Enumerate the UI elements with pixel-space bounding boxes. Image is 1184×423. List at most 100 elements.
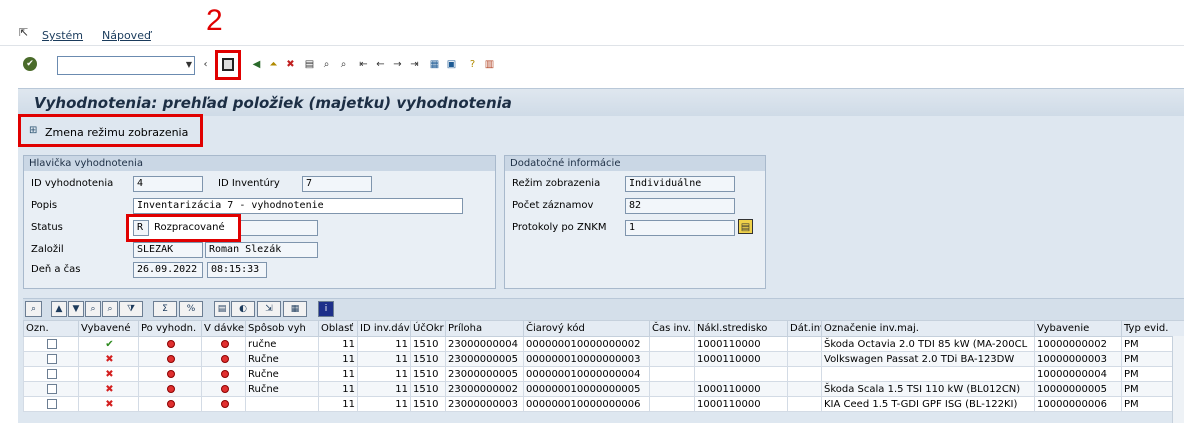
customize-icon[interactable]: ▥	[482, 57, 497, 72]
help-icon[interactable]: ?	[465, 57, 480, 72]
column-header[interactable]: Dát.inv	[787, 320, 822, 337]
find-next-icon[interactable]: ⌕	[336, 57, 351, 72]
display-mode-field: Individuálne	[625, 176, 735, 192]
subtotal-icon[interactable]: %	[179, 301, 203, 317]
table-cell	[201, 351, 246, 367]
protocols-icon[interactable]: ▤	[738, 219, 753, 234]
cross-icon: ✖	[105, 398, 114, 410]
display-mode-label: Režim zobrazenia	[512, 178, 601, 189]
table-cell	[138, 366, 202, 382]
print-icon[interactable]: ▤	[214, 301, 230, 317]
table-cell	[787, 366, 822, 382]
column-header[interactable]: Typ evid.	[1121, 320, 1184, 337]
layout-icon[interactable]: ▦	[283, 301, 307, 317]
table-cell: 000000010000000004	[523, 366, 650, 382]
column-header[interactable]: Nákl.stredisko	[694, 320, 788, 337]
save-icon	[222, 58, 234, 71]
header-group-title: Hlavička vyhodnotenia	[24, 156, 495, 171]
find-icon[interactable]: ⌕	[85, 301, 101, 317]
sort-asc-icon[interactable]: ▲	[51, 301, 67, 317]
column-header[interactable]: V dávke	[201, 320, 246, 337]
exit-icon[interactable]: ⏶	[266, 57, 281, 72]
table-row[interactable]: ✖ Ručne 11 11 1510 23000000002 000000010000000…	[23, 381, 1184, 397]
row-checkbox[interactable]	[47, 368, 57, 379]
save-button[interactable]	[215, 50, 241, 80]
print-icon[interactable]: ▤	[302, 57, 317, 72]
table-row[interactable]: ✖ 11 11 1510 23000000003 000000010000000006 10…	[23, 396, 1184, 412]
table-cell[interactable]	[23, 381, 79, 397]
table-cell: Volkswagen Passat 2.0 TDi BA-123DW	[821, 351, 1035, 367]
status-text: Rozpracované	[154, 222, 225, 233]
find-next-icon[interactable]: ⌕	[102, 301, 118, 317]
create-session-icon[interactable]: ▦	[427, 57, 442, 72]
table-cell	[138, 381, 202, 397]
protocols-label: Protokoly po ZNKM	[512, 222, 607, 233]
description-field[interactable]: Inventarizácia 7 - vyhodnotenie	[133, 198, 463, 214]
red-status-icon	[220, 399, 229, 408]
column-header[interactable]: Oblasť	[318, 320, 358, 337]
cancel-icon[interactable]: ✖	[283, 57, 298, 72]
row-checkbox[interactable]	[47, 398, 57, 409]
change-mode-icon: ⊞	[29, 125, 38, 136]
shortcut-icon[interactable]: ▣	[444, 57, 459, 72]
annotation-2: 2	[206, 4, 223, 37]
table-cell[interactable]	[23, 336, 79, 352]
green-check-icon[interactable]: ✔	[23, 57, 37, 71]
column-header[interactable]: Príloha	[445, 320, 524, 337]
row-checkbox[interactable]	[47, 353, 57, 364]
column-header[interactable]: Označenie inv.maj.	[821, 320, 1035, 337]
table-cell	[201, 381, 246, 397]
back-icon[interactable]: ◀	[249, 57, 264, 72]
time-field: 08:15:33	[207, 262, 267, 278]
red-status-icon	[167, 384, 175, 393]
column-header[interactable]: Po vyhodn.	[138, 320, 202, 337]
table-row[interactable]: ✖ Ručne 11 11 1510 23000000005 000000010000000…	[23, 366, 1184, 382]
menu-help[interactable]: Nápoveď	[102, 29, 151, 42]
table-cell: 000000010000000003	[523, 351, 650, 367]
row-checkbox[interactable]	[47, 383, 57, 394]
find-icon[interactable]: ⌕	[319, 57, 334, 72]
column-header[interactable]: Čas inv.	[649, 320, 695, 337]
filter-icon[interactable]: ⧩	[119, 301, 143, 317]
export-icon[interactable]: ⇲	[257, 301, 281, 317]
red-status-icon	[167, 354, 175, 363]
column-header[interactable]: Vybavenie	[1034, 320, 1122, 337]
table-cell: Škoda Octavia 2.0 TDI 85 kW (MA-200CL	[821, 336, 1035, 352]
column-header[interactable]: ID inv.dáv	[357, 320, 411, 337]
column-header[interactable]: Ozn.	[23, 320, 79, 337]
info-icon[interactable]: i	[318, 301, 334, 317]
sort-desc-icon[interactable]: ▼	[68, 301, 84, 317]
table-cell[interactable]	[23, 366, 79, 382]
exit-icon[interactable]: ⇱	[19, 26, 28, 39]
collapse-icon[interactable]: ‹	[198, 57, 213, 72]
table-cell: Ručne	[245, 366, 319, 382]
column-header[interactable]: Vybavené	[78, 320, 139, 337]
items-table: Ozn. Vybavené Po vyhodn. V dávke Spôsob vyh O…	[23, 320, 1184, 412]
first-page-icon[interactable]: ⇤	[356, 57, 371, 72]
prev-page-icon[interactable]: ←	[373, 57, 388, 72]
table-row[interactable]: ✖ Ručne 11 11 1510 23000000005 000000010000000…	[23, 351, 1184, 367]
table-cell: Škoda Scala 1.5 TSI 110 kW (BL012CN)	[821, 381, 1035, 397]
table-cell: ✖	[78, 381, 139, 397]
column-header[interactable]: Čiarový kód	[523, 320, 650, 337]
column-header[interactable]: ÚčOkr	[410, 320, 446, 337]
command-field[interactable]: ▼	[57, 56, 195, 75]
table-cell[interactable]	[23, 351, 79, 367]
menu-system[interactable]: Systém	[42, 29, 83, 42]
table-cell[interactable]	[23, 396, 79, 412]
column-header[interactable]: Spôsob vyh	[245, 320, 319, 337]
change-mode-button[interactable]: ⊞ Zmena režimu zobrazenia	[18, 114, 203, 147]
next-page-icon[interactable]: →	[390, 57, 405, 72]
last-page-icon[interactable]: ⇥	[407, 57, 422, 72]
row-checkbox[interactable]	[47, 338, 57, 349]
table-row[interactable]: ✔ ručne 11 11 1510 23000000004 000000010000000…	[23, 336, 1184, 352]
chevron-down-icon[interactable]: ▼	[186, 60, 192, 69]
page-title: Vyhodnotenia: prehľad položiek (majetku)…	[34, 94, 512, 112]
vertical-scrollbar[interactable]	[1172, 336, 1184, 423]
details-icon[interactable]: ⌕	[25, 301, 42, 317]
sum-icon[interactable]: Σ	[153, 301, 177, 317]
views-icon[interactable]: ◐	[231, 301, 255, 317]
table-cell	[201, 396, 246, 412]
table-cell: ✖	[78, 396, 139, 412]
date-field: 26.09.2022	[133, 262, 203, 278]
